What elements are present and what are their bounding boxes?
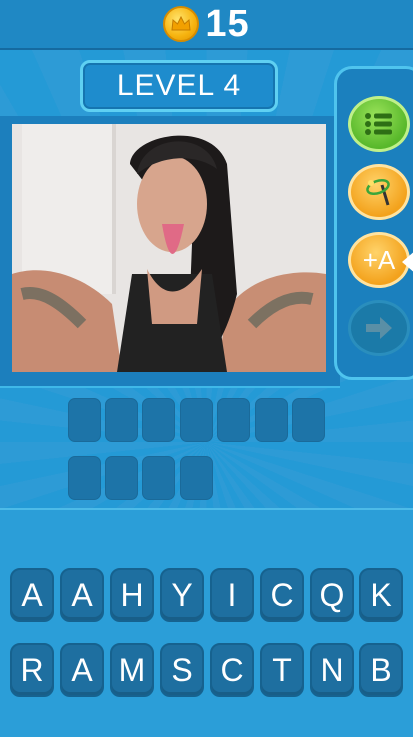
- coins-count: 15: [205, 2, 250, 45]
- level-banner: LEVEL 4: [80, 60, 278, 112]
- letter-key[interactable]: M: [110, 643, 154, 697]
- answer-slot[interactable]: [180, 456, 213, 500]
- letter-key[interactable]: C: [260, 568, 304, 622]
- letter-key[interactable]: A: [10, 568, 54, 622]
- reveal-hint-button[interactable]: [348, 164, 410, 220]
- puzzle-image-panel: [0, 116, 340, 388]
- letter-key[interactable]: K: [359, 568, 403, 622]
- letter-key[interactable]: T: [260, 643, 304, 697]
- pointer-arrow-icon: [402, 250, 413, 274]
- letter-key[interactable]: C: [210, 643, 254, 697]
- letter-keyboard: [0, 508, 413, 737]
- top-bar: 15: [0, 0, 413, 50]
- next-button[interactable]: [348, 300, 410, 356]
- level-title: LEVEL 4: [116, 69, 242, 102]
- letter-key[interactable]: H: [110, 568, 154, 622]
- answer-slot[interactable]: [255, 398, 288, 442]
- letter-key[interactable]: I: [210, 568, 254, 622]
- answer-slot[interactable]: [180, 398, 213, 442]
- letter-key[interactable]: N: [310, 643, 354, 697]
- menu-button[interactable]: [348, 96, 410, 152]
- next-arrow-icon: [366, 317, 392, 339]
- crown-coin-icon: [163, 6, 200, 42]
- answer-slot[interactable]: [105, 398, 138, 442]
- magic-wand-icon: [366, 178, 390, 206]
- answer-slot[interactable]: [142, 456, 175, 500]
- answer-slot[interactable]: [68, 456, 101, 500]
- letter-key[interactable]: R: [10, 643, 54, 697]
- add-letter-icon: +A: [362, 244, 396, 275]
- answer-slot[interactable]: [292, 398, 325, 442]
- letter-key[interactable]: S: [160, 643, 204, 697]
- puzzle-photo: [12, 124, 326, 372]
- answer-slot[interactable]: [105, 456, 138, 500]
- letter-key[interactable]: Q: [310, 568, 354, 622]
- letter-key[interactable]: A: [60, 643, 104, 697]
- letter-key[interactable]: B: [359, 643, 403, 697]
- letter-key[interactable]: Y: [160, 568, 204, 622]
- answer-slot[interactable]: [142, 398, 175, 442]
- add-letter-button[interactable]: +A: [348, 232, 410, 288]
- answer-slot[interactable]: [217, 398, 250, 442]
- menu-list-icon: [365, 113, 392, 135]
- letter-key[interactable]: A: [60, 568, 104, 622]
- answer-slot[interactable]: [68, 398, 101, 442]
